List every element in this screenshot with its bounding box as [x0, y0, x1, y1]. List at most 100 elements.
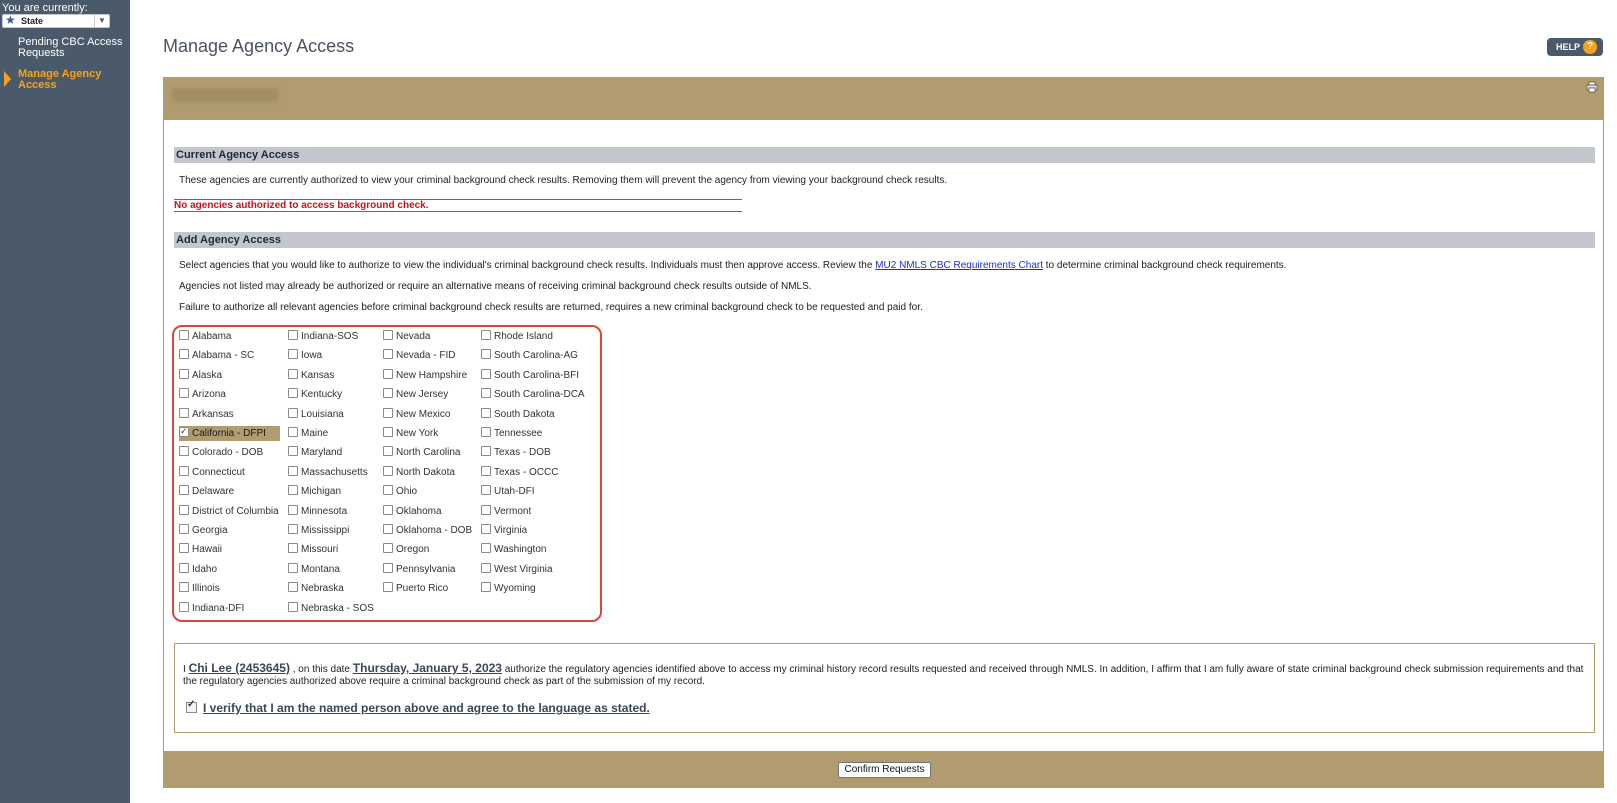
agency-option[interactable]: Pennsylvania	[383, 562, 455, 577]
agency-option[interactable]: New Hampshire	[383, 368, 467, 383]
agency-option[interactable]: Missouri	[288, 542, 338, 557]
print-icon[interactable]	[1586, 81, 1598, 93]
agency-option[interactable]: Nebraska - SOS	[288, 601, 374, 616]
agency-checkbox[interactable]	[179, 349, 189, 360]
agency-option[interactable]: Oregon	[383, 542, 429, 557]
agency-option[interactable]: Puerto Rico	[383, 581, 448, 596]
agency-checkbox[interactable]	[288, 388, 298, 399]
agency-checkbox[interactable]	[288, 504, 298, 515]
agency-checkbox[interactable]	[383, 465, 393, 476]
agency-checkbox[interactable]	[383, 330, 393, 340]
agency-option[interactable]: Connecticut	[179, 465, 245, 480]
agency-checkbox[interactable]	[179, 446, 189, 457]
agency-checkbox[interactable]	[481, 407, 491, 418]
agency-checkbox[interactable]	[383, 543, 393, 554]
agency-checkbox[interactable]	[481, 485, 491, 496]
agency-option[interactable]: Tennessee	[481, 426, 542, 441]
agency-option[interactable]: Michigan	[288, 484, 341, 499]
agency-checkbox[interactable]	[179, 524, 189, 534]
verify-label[interactable]: I verify that I am the named person abov…	[203, 701, 650, 715]
agency-option[interactable]: Louisiana	[288, 407, 344, 422]
agency-checkbox[interactable]	[481, 543, 491, 554]
agency-checkbox[interactable]	[179, 368, 189, 379]
agency-checkbox[interactable]	[288, 582, 298, 593]
agency-checkbox[interactable]	[383, 368, 393, 379]
role-select[interactable]: ★ State ▼	[2, 13, 110, 28]
agency-checkbox[interactable]	[288, 427, 298, 437]
agency-option[interactable]: Wyoming	[481, 581, 536, 596]
verify-checkbox-row[interactable]: I verify that I am the named person abov…	[186, 699, 650, 715]
agency-option[interactable]: South Dakota	[481, 407, 555, 422]
agency-checkbox[interactable]	[288, 368, 298, 379]
agency-option[interactable]: Indiana-DFI	[179, 601, 244, 616]
agency-checkbox[interactable]	[481, 446, 491, 457]
agency-option[interactable]: Washington	[481, 542, 546, 557]
agency-option[interactable]: District of Columbia	[179, 504, 279, 519]
agency-checkbox[interactable]	[481, 465, 491, 476]
agency-option[interactable]: Arkansas	[179, 407, 234, 422]
agency-option[interactable]: Virginia	[481, 523, 527, 538]
agency-checkbox[interactable]	[383, 485, 393, 496]
agency-checkbox[interactable]	[481, 368, 491, 379]
agency-option[interactable]: Utah-DFI	[481, 484, 535, 499]
agency-option[interactable]: Georgia	[179, 523, 228, 538]
agency-option[interactable]: South Carolina-AG	[481, 348, 578, 363]
agency-checkbox[interactable]	[481, 330, 491, 340]
agency-checkbox[interactable]	[383, 388, 393, 399]
agency-option[interactable]: Alabama	[179, 329, 231, 344]
agency-option[interactable]: Nevada	[383, 329, 430, 344]
agency-checkbox[interactable]	[288, 601, 298, 612]
agency-checkbox[interactable]	[481, 427, 491, 437]
chevron-down-icon[interactable]: ▼	[94, 15, 109, 27]
agency-checkbox[interactable]	[481, 582, 491, 593]
agency-checkbox[interactable]	[288, 330, 298, 340]
agency-checkbox[interactable]	[383, 427, 393, 437]
agency-checkbox[interactable]	[481, 349, 491, 360]
agency-option[interactable]: Texas - DOB	[481, 445, 551, 460]
agency-option[interactable]: Nebraska	[288, 581, 344, 596]
sidebar-item-manage-agency-access[interactable]: Manage Agency Access	[18, 69, 128, 91]
agency-option[interactable]: Alabama - SC	[179, 348, 254, 363]
agency-checkbox[interactable]	[383, 524, 393, 534]
agency-option[interactable]: Vermont	[481, 504, 531, 519]
sidebar-item-pending-cbc[interactable]: Pending CBC Access Requests	[18, 37, 128, 59]
agency-option[interactable]: Maryland	[288, 445, 342, 460]
agency-checkbox[interactable]	[179, 407, 189, 418]
agency-checkbox[interactable]	[179, 388, 189, 399]
agency-option[interactable]: Mississippi	[288, 523, 349, 538]
agency-option[interactable]: Alaska	[179, 368, 222, 383]
agency-checkbox[interactable]	[288, 349, 298, 360]
agency-checkbox[interactable]	[179, 330, 189, 340]
agency-checkbox[interactable]	[383, 349, 393, 360]
agency-option[interactable]: Hawaii	[179, 542, 222, 557]
agency-option[interactable]: California - DFPI	[179, 424, 280, 441]
agency-option[interactable]: Maine	[288, 426, 328, 441]
agency-option[interactable]: Kansas	[288, 368, 334, 383]
agency-option[interactable]: North Dakota	[383, 465, 455, 480]
agency-option[interactable]: Delaware	[179, 484, 234, 499]
agency-checkbox[interactable]	[288, 562, 298, 573]
agency-checkbox[interactable]	[288, 407, 298, 418]
agency-checkbox[interactable]	[179, 543, 189, 554]
agency-checkbox[interactable]	[288, 524, 298, 534]
agency-checkbox[interactable]	[288, 446, 298, 457]
agency-option[interactable]: Ohio	[383, 484, 417, 499]
agency-checkbox[interactable]	[481, 388, 491, 399]
agency-checkbox[interactable]	[481, 504, 491, 515]
agency-checkbox[interactable]	[383, 407, 393, 418]
agency-checkbox[interactable]	[481, 562, 491, 573]
agency-option[interactable]: Texas - OCCC	[481, 465, 558, 480]
agency-option[interactable]: Idaho	[179, 562, 217, 577]
agency-option[interactable]: Iowa	[288, 348, 322, 363]
verify-checkbox[interactable]	[186, 699, 197, 713]
agency-checkbox[interactable]	[383, 562, 393, 573]
agency-checkbox[interactable]	[179, 465, 189, 476]
agency-checkbox[interactable]	[383, 582, 393, 593]
agency-checkbox[interactable]	[383, 504, 393, 515]
agency-checkbox[interactable]	[179, 601, 189, 612]
agency-option[interactable]: West Virginia	[481, 562, 553, 577]
agency-option[interactable]: Oklahoma	[383, 504, 442, 519]
agency-option[interactable]: Oklahoma - DOB	[383, 523, 472, 538]
agency-option[interactable]: Arizona	[179, 387, 226, 402]
help-button[interactable]: HELP ?	[1547, 38, 1603, 56]
